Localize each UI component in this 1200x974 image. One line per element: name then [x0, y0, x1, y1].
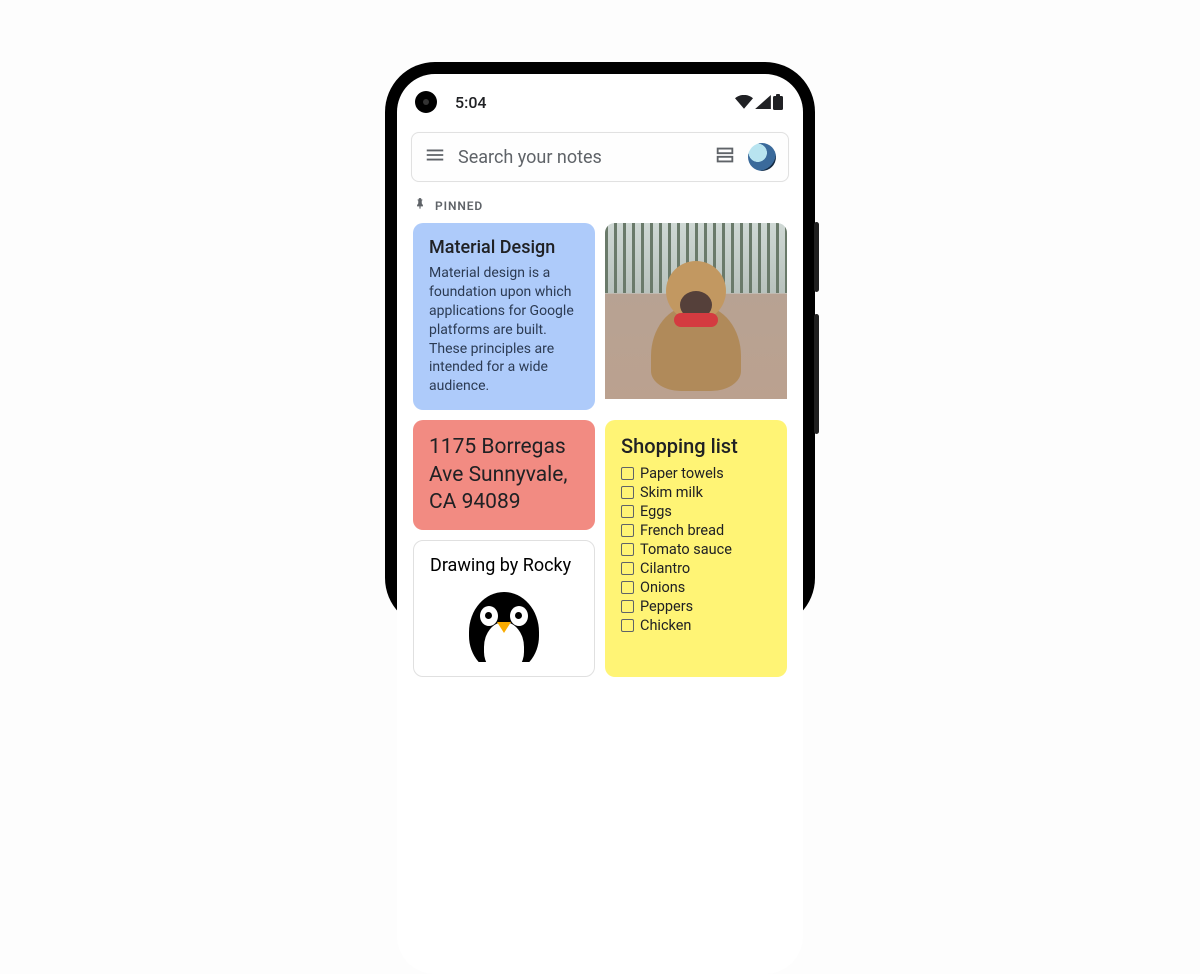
note-card-material-design[interactable]: Material Design Material design is a fou… [413, 223, 595, 410]
view-toggle-icon[interactable] [714, 144, 736, 170]
note-body: 1175 Borregas Ave Sunnyvale, CA 94089 [429, 434, 579, 516]
checkbox-icon[interactable] [621, 562, 634, 575]
checkbox-icon[interactable] [621, 467, 634, 480]
phone-side-button [814, 222, 819, 292]
screen: 5:04 Search your notes [397, 74, 803, 974]
note-card-address[interactable]: 1175 Borregas Ave Sunnyvale, CA 94089 [413, 420, 595, 530]
list-item[interactable]: Chicken [621, 616, 771, 635]
wifi-icon [735, 95, 753, 109]
note-title: Material Design [429, 237, 579, 258]
list-item[interactable]: French bread [621, 521, 771, 540]
pinned-section-header: PINNED [413, 196, 787, 215]
list-item[interactable]: Skim milk [621, 483, 771, 502]
status-bar: 5:04 [397, 80, 803, 124]
battery-icon [773, 94, 783, 110]
status-clock: 5:04 [455, 93, 487, 112]
pinned-label: PINNED [435, 199, 483, 213]
note-image [605, 223, 787, 399]
checklist: Paper towels Skim milk Eggs French bread… [621, 464, 771, 635]
front-camera [415, 91, 437, 113]
cell-signal-icon [755, 95, 771, 109]
note-card-drawing[interactable]: Drawing by Rocky [413, 540, 595, 677]
note-title: Drawing by Rocky [430, 555, 578, 576]
phone-side-button [814, 314, 819, 434]
list-item[interactable]: Paper towels [621, 464, 771, 483]
penguin-drawing [464, 582, 544, 662]
note-body: Material design is a foundation upon whi… [429, 264, 579, 396]
search-bar[interactable]: Search your notes [411, 132, 789, 182]
checkbox-icon[interactable] [621, 524, 634, 537]
note-title: Shopping list [621, 434, 771, 458]
list-item[interactable]: Peppers [621, 597, 771, 616]
menu-icon[interactable] [424, 144, 446, 170]
checkbox-icon[interactable] [621, 505, 634, 518]
checkbox-icon[interactable] [621, 543, 634, 556]
note-drawing-canvas [430, 582, 578, 662]
list-item[interactable]: Onions [621, 578, 771, 597]
checkbox-icon[interactable] [621, 600, 634, 613]
notes-grid: Material Design Material design is a fou… [397, 223, 803, 677]
search-input[interactable]: Search your notes [458, 147, 702, 168]
note-card-dog-photo[interactable] [605, 223, 787, 410]
phone-frame: 5:04 Search your notes [385, 62, 815, 628]
pin-icon [413, 196, 427, 215]
list-item[interactable]: Tomato sauce [621, 540, 771, 559]
checkbox-icon[interactable] [621, 486, 634, 499]
checkbox-icon[interactable] [621, 581, 634, 594]
account-avatar[interactable] [748, 143, 776, 171]
note-card-shopping-list[interactable]: Shopping list Paper towels Skim milk Egg… [605, 420, 787, 677]
list-item[interactable]: Cilantro [621, 559, 771, 578]
list-item[interactable]: Eggs [621, 502, 771, 521]
checkbox-icon[interactable] [621, 619, 634, 632]
